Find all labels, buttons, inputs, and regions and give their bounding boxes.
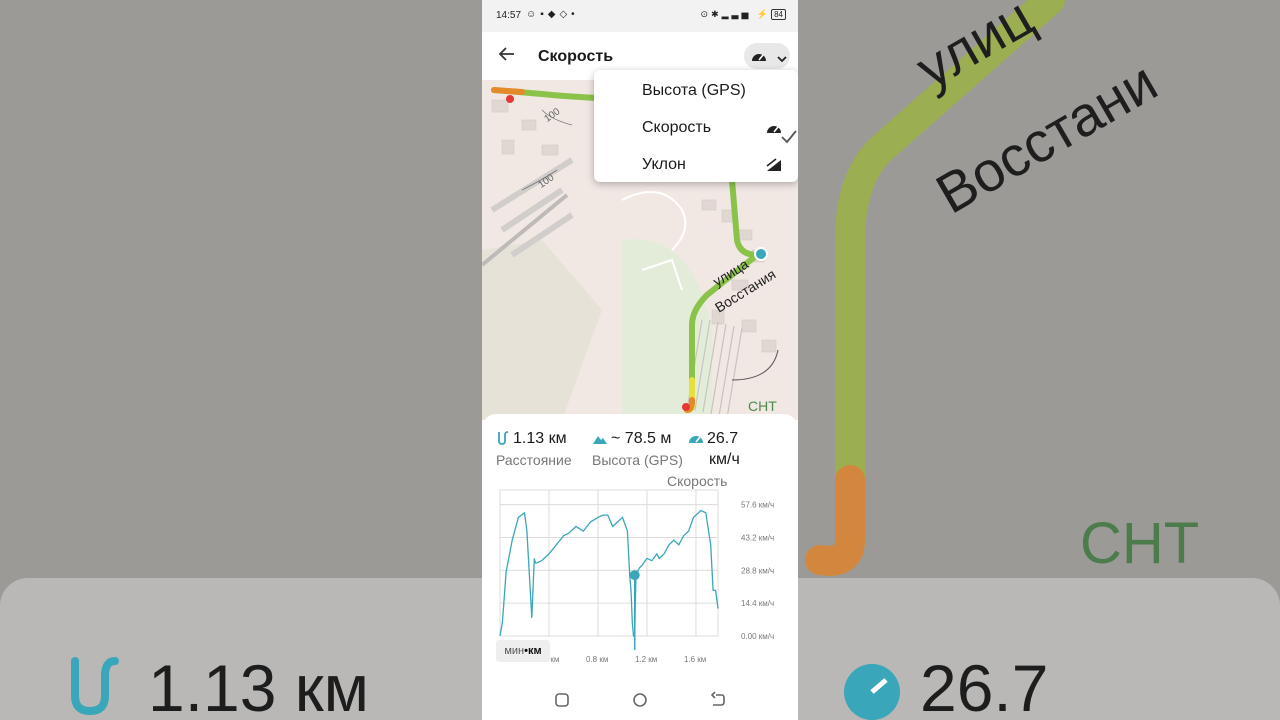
speed-unit: км/ч xyxy=(709,451,740,468)
recents-icon[interactable] xyxy=(552,690,572,710)
menu-item-label: Уклон xyxy=(642,156,686,173)
stat-altitude: ~ 78.5 м Высота (GPS) xyxy=(592,430,683,468)
chart-y-tick-label: 57.6 км/ч xyxy=(741,501,774,510)
menu-item-altitude[interactable]: Высота (GPS) xyxy=(594,72,798,109)
graph-mode-menu: Высота (GPS) Скорость Уклон xyxy=(594,70,798,182)
stat-speed: 26.7 км/ч Скорость xyxy=(667,430,740,489)
speed-value: 26.7 xyxy=(707,430,739,447)
chart-x-tick-label: 1.6 км xyxy=(684,655,706,664)
background-speed: 26.7 xyxy=(920,651,1049,720)
battery-indicator: 84 xyxy=(771,9,786,20)
menu-item-label: Скорость xyxy=(642,119,712,136)
distance-icon xyxy=(498,431,509,445)
system-nav-bar xyxy=(482,680,798,720)
phone-screen: 14:57 ☺▪◆◇• ⊙✱▂▃▅ ⚡ 84 Скорость улица Во… xyxy=(482,0,798,720)
background-distance: 1.13 км xyxy=(148,651,370,720)
speedometer-icon xyxy=(767,126,781,133)
page-title: Скорость xyxy=(538,48,614,65)
chart-cursor-marker xyxy=(629,570,640,581)
menu-item-label: Высота (GPS) xyxy=(642,82,746,99)
back-icon[interactable] xyxy=(708,690,728,710)
chart-series-line xyxy=(499,509,719,637)
chart-x-tick-label: 0.8 км xyxy=(586,655,608,664)
speed-chart[interactable]: 0.00 км/ч 14.4 км/ч 28.8 км/ч 43.2 км/ч 57.6… xyxy=(496,486,786,666)
mountain-icon xyxy=(593,436,607,444)
speedometer-icon xyxy=(689,436,703,443)
background-place-label: СНТ xyxy=(1080,511,1200,576)
chart-y-tick-label: 28.8 км/ч xyxy=(741,566,774,575)
distance-value: 1.13 км xyxy=(513,430,567,447)
speedometer-icon xyxy=(752,54,766,61)
altitude-value: ~ 78.5 м xyxy=(611,430,672,447)
altitude-label: Высота (GPS) xyxy=(592,452,683,468)
status-system-icons: ⊙✱▂▃▅ ⚡ 84 xyxy=(701,9,786,20)
unit-toggle-right: км xyxy=(528,645,542,657)
background-speedometer-icon xyxy=(844,664,900,720)
chart-y-tick-label: 43.2 км/ч xyxy=(741,533,774,542)
back-arrow-icon[interactable] xyxy=(498,45,518,65)
chart-frame xyxy=(499,489,719,637)
status-bar: 14:57 ☺▪◆◇• ⊙✱▂▃▅ ⚡ 84 xyxy=(482,0,798,32)
unit-toggle-left: мин xyxy=(504,645,525,657)
home-icon[interactable] xyxy=(630,690,650,710)
chart-y-tick-label: 0.00 км/ч xyxy=(741,632,774,641)
distance-label: Расстояние xyxy=(496,452,572,468)
status-time: 14:57 xyxy=(496,10,522,21)
chart-x-tick-label: 1.2 км xyxy=(635,655,657,664)
chart-y-tick-label: 14.4 км/ч xyxy=(741,599,774,608)
status-notification-icons: ☺▪◆◇• xyxy=(526,9,579,20)
graph-mode-button[interactable] xyxy=(744,43,790,69)
map-place-label: СНТ xyxy=(748,398,777,414)
menu-item-slope[interactable]: Уклон xyxy=(594,146,798,183)
unit-toggle-button[interactable]: мин•км xyxy=(496,640,550,662)
background-distance-icon xyxy=(71,657,119,716)
stat-distance: 1.13 км Расстояние xyxy=(496,430,572,468)
slope-icon xyxy=(766,158,781,171)
menu-item-speed[interactable]: Скорость xyxy=(594,109,798,146)
